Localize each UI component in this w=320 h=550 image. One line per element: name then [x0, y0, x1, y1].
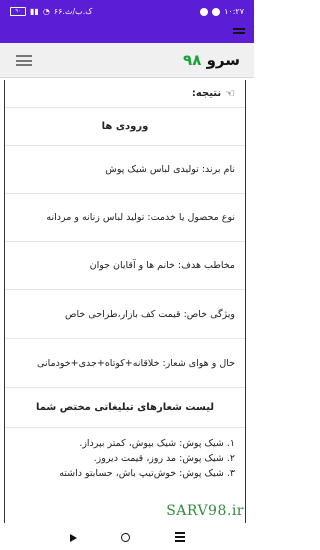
slogans-heading: لیست شعارهای تبلیغاتی مختص شما: [5, 388, 245, 428]
network-speed: ۶۶.ک.ب/ث: [53, 7, 93, 16]
status-right-icons: ۱۰:۲۷: [200, 0, 244, 23]
home-icon[interactable]: [121, 533, 130, 542]
pointing-hand-icon: ☜: [225, 87, 235, 100]
status-left-icons: ۹۰ ▮▮ ◔ ۶۶.ک.ب/ث: [10, 0, 92, 23]
app-icon: [212, 7, 221, 16]
logo-text: سرو: [206, 51, 240, 69]
input-row-text: ویژگی خاص: قیمت کف بازار،طراحی خاص: [65, 308, 235, 320]
input-row-text: حال و هوای شعار: خلاقانه+کوتاه+جدی+خودما…: [37, 357, 235, 369]
signal-icon: ▮▮: [30, 7, 39, 16]
result-header: ☜ نتیجه:: [5, 80, 245, 108]
hamburger-menu-icon[interactable]: [16, 55, 32, 66]
site-logo[interactable]: سرو ۹۸: [183, 49, 240, 71]
inputs-heading-text: ورودی ها: [101, 121, 149, 132]
watermark: SARV98.ir: [166, 503, 244, 519]
notification-icon: [200, 7, 209, 16]
status-bar: ۹۰ ▮▮ ◔ ۶۶.ک.ب/ث ۱۰:۲۷: [0, 0, 254, 23]
battery-icon: ۹۰: [10, 7, 26, 16]
list-item: ۱. شیک پوش: شیک بپوش، کمتر بپرداز.: [79, 438, 235, 449]
result-card: ☜ نتیجه: ورودی ها نام برند: تولیدی لباس …: [4, 80, 246, 523]
slogans-heading-text: لیست شعارهای تبلیغاتی مختص شما: [35, 402, 215, 413]
input-row-brand: نام برند: تولیدی لباس شیک پوش: [5, 146, 245, 194]
back-icon[interactable]: [70, 534, 77, 542]
input-row-audience: مخاطب هدف: خانم ها و آقایان جوان: [5, 242, 245, 290]
app-bar: [0, 23, 254, 43]
result-label: نتیجه:: [191, 88, 222, 99]
input-row-tone: حال و هوای شعار: خلاقانه+کوتاه+جدی+خودما…: [5, 339, 245, 388]
input-row-text: نوع محصول یا خدمت: تولید لباس زنانه و مر…: [46, 212, 235, 223]
inputs-heading: ورودی ها: [5, 108, 245, 146]
recent-apps-icon[interactable]: [175, 532, 185, 542]
input-row-product: نوع محصول یا خدمت: تولید لباس زنانه و مر…: [5, 194, 245, 242]
app-menu-icon[interactable]: [233, 28, 245, 38]
list-item: ۲. شیک پوش: مد روز، قیمت دیروز.: [93, 453, 235, 464]
site-header: سرو ۹۸: [0, 43, 254, 78]
list-item: ۳. شیک پوش: خوش‌تیپ باش، حسابتو داشته: [59, 468, 235, 479]
logo-number: ۹۸: [183, 51, 202, 69]
slogan-list: ۱. شیک پوش: شیک بپوش، کمتر بپرداز. ۲. شی…: [5, 428, 245, 481]
input-row-text: نام برند: تولیدی لباس شیک پوش: [105, 164, 235, 175]
status-time: ۱۰:۲۷: [224, 7, 244, 16]
input-row-feature: ویژگی خاص: قیمت کف بازار،طراحی خاص: [5, 290, 245, 339]
input-row-text: مخاطب هدف: خانم ها و آقایان جوان: [89, 260, 235, 271]
system-nav-bar: [0, 526, 254, 550]
wifi-icon: ◔: [42, 7, 50, 16]
